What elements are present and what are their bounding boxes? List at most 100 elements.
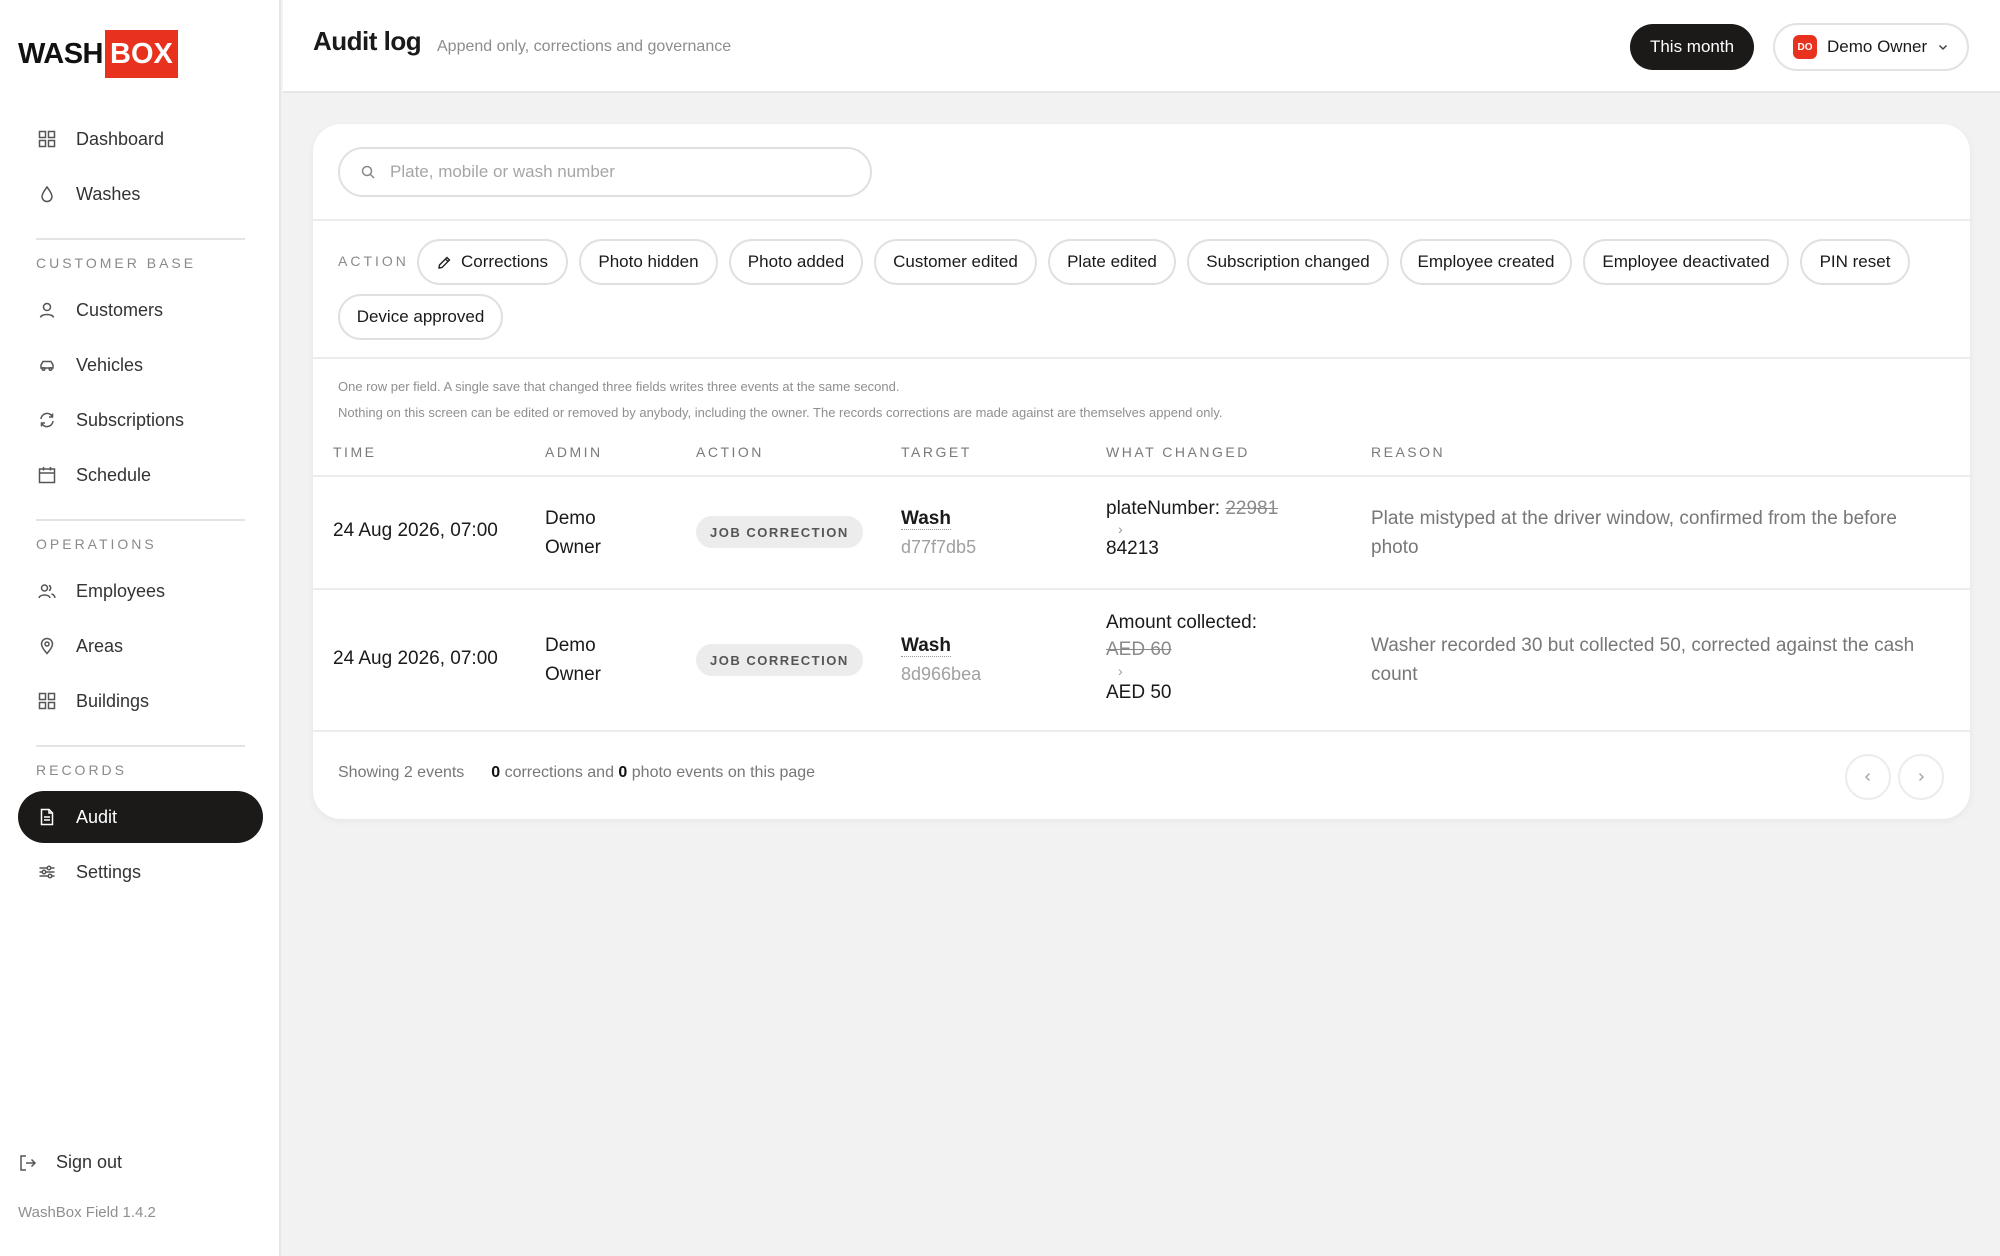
sidebar-item-label: Buildings xyxy=(76,690,150,711)
column-header-reason[interactable]: REASON xyxy=(1371,444,1445,460)
sidebar-item-label: Schedule xyxy=(76,464,152,485)
chevron-left-icon xyxy=(1864,772,1871,782)
search-field[interactable] xyxy=(338,147,872,197)
refresh-icon xyxy=(38,411,56,429)
corrections-count: 0 xyxy=(491,764,501,781)
new-value: 84213 xyxy=(1106,538,1159,559)
filter-chip-plate-edited[interactable]: Plate edited xyxy=(1048,239,1176,285)
sidebar-item-areas[interactable]: Areas xyxy=(18,620,263,672)
sidebar-item-employees[interactable]: Employees xyxy=(18,565,263,617)
avatar: DO xyxy=(1793,35,1817,59)
divider xyxy=(313,588,1970,590)
row-time: 24 Aug 2026, 07:00 xyxy=(333,520,498,541)
filter-label: ACTION xyxy=(338,253,409,269)
action-badge: JOB CORRECTION xyxy=(696,516,863,548)
sidebar-item-audit[interactable]: Audit xyxy=(18,791,263,843)
column-header-action[interactable]: ACTION xyxy=(696,444,764,460)
target-link[interactable]: Wash xyxy=(901,508,951,530)
user-menu-button[interactable]: DO Demo Owner xyxy=(1773,23,1969,71)
sidebar-item-label: Audit xyxy=(76,806,118,827)
logo-box-text: BOX xyxy=(105,30,178,78)
sidebar-item-schedule[interactable]: Schedule xyxy=(18,449,263,501)
filter-chip-device-approved[interactable]: Device approved xyxy=(338,294,503,340)
admin-last-name: Owner xyxy=(545,537,601,558)
row-what-changed: plateNumber: 22981 › 84213 xyxy=(1106,497,1278,561)
period-selector-button[interactable]: This month xyxy=(1630,24,1754,70)
sidebar-item-settings[interactable]: Settings xyxy=(18,846,263,898)
new-value: AED 50 xyxy=(1106,682,1172,703)
section-title-records: RECORDS xyxy=(36,762,128,778)
column-header-time[interactable]: TIME xyxy=(333,444,376,460)
row-reason: Washer recorded 30 but collected 50, cor… xyxy=(1371,631,1914,689)
sign-out-label: Sign out xyxy=(56,1152,123,1172)
admin-last-name: Owner xyxy=(545,664,601,685)
droplet-icon xyxy=(38,185,56,203)
chevron-down-icon xyxy=(1937,41,1949,53)
sidebar-item-label: Dashboard xyxy=(76,128,165,149)
chevron-right-icon: › xyxy=(1118,663,1123,679)
column-header-what-changed[interactable]: WHAT CHANGED xyxy=(1106,444,1250,460)
document-icon xyxy=(38,808,56,826)
section-title-customer-base: CUSTOMER BASE xyxy=(36,255,197,271)
divider xyxy=(313,219,1970,221)
admin-first-name: Demo xyxy=(545,508,596,529)
sidebar-item-dashboard[interactable]: Dashboard xyxy=(18,113,263,165)
column-header-admin[interactable]: ADMIN xyxy=(545,444,603,460)
filter-chip-photo-hidden[interactable]: Photo hidden xyxy=(579,239,718,285)
filter-chip-employee-deactivated[interactable]: Employee deactivated xyxy=(1583,239,1789,285)
filter-chip-corrections[interactable]: Corrections xyxy=(417,239,568,285)
target-link[interactable]: Wash xyxy=(901,635,951,657)
sidebar-item-subscriptions[interactable]: Subscriptions xyxy=(18,394,263,446)
row-reason: Plate mistyped at the driver window, con… xyxy=(1371,504,1897,562)
page-title: Audit log xyxy=(313,26,422,56)
info-note: One row per field. A single save that ch… xyxy=(338,379,900,394)
sidebar-item-washes[interactable]: Washes xyxy=(18,168,263,220)
filter-chip-photo-added[interactable]: Photo added xyxy=(729,239,863,285)
divider xyxy=(313,730,1970,732)
row-target: Wash 8d966bea xyxy=(901,631,981,689)
nav-divider xyxy=(36,519,245,521)
sidebar-item-label: Settings xyxy=(76,861,142,882)
photo-count: 0 xyxy=(618,764,628,781)
pagination-summary: Showing 2 events 0 corrections and 0 pho… xyxy=(338,764,815,782)
sliders-icon xyxy=(38,863,56,881)
page-subtitle: Append only, corrections and governance xyxy=(437,38,732,55)
corrections-text: corrections and xyxy=(504,764,614,781)
previous-page-button[interactable] xyxy=(1845,754,1891,800)
sidebar-item-customers[interactable]: Customers xyxy=(18,284,263,336)
filter-chip-pin-reset[interactable]: PIN reset xyxy=(1800,239,1910,285)
row-admin: Demo Owner xyxy=(545,504,601,562)
sidebar-item-vehicles[interactable]: Vehicles xyxy=(18,339,263,391)
search-input[interactable] xyxy=(390,162,850,182)
photo-text: photo events on this page xyxy=(631,764,816,781)
row-target: Wash d77f7db5 xyxy=(901,504,976,562)
filter-chip-subscription-changed[interactable]: Subscription changed xyxy=(1187,239,1389,285)
changed-field: Amount collected: xyxy=(1106,612,1258,633)
divider xyxy=(313,475,1970,477)
calendar-icon xyxy=(38,466,56,484)
sidebar-item-buildings[interactable]: Buildings xyxy=(18,675,263,727)
row-admin: Demo Owner xyxy=(545,631,601,689)
sidebar-item-label: Vehicles xyxy=(76,354,144,375)
grid-icon xyxy=(38,130,56,148)
audit-card: ACTION Corrections Photo hidden Photo ad… xyxy=(313,124,1970,819)
section-title-operations: OPERATIONS xyxy=(36,536,157,552)
changed-field: plateNumber: xyxy=(1106,498,1221,519)
sidebar-item-label: Areas xyxy=(76,635,124,656)
search-icon xyxy=(360,164,376,180)
filter-chip-customer-edited[interactable]: Customer edited xyxy=(874,239,1037,285)
target-id: 8d966bea xyxy=(901,664,982,684)
next-page-button[interactable] xyxy=(1898,754,1944,800)
row-time: 24 Aug 2026, 07:00 xyxy=(333,648,498,669)
app-version: WashBox Field 1.4.2 xyxy=(18,1204,156,1221)
grid-icon xyxy=(38,692,56,710)
user-icon xyxy=(38,301,56,319)
user-name: Demo Owner xyxy=(1827,37,1928,56)
sidebar-item-label: Subscriptions xyxy=(76,409,185,430)
chip-label: Corrections xyxy=(461,252,548,271)
filter-chip-employee-created[interactable]: Employee created xyxy=(1400,239,1572,285)
washbox-logo[interactable]: WASH BOX xyxy=(18,30,178,78)
column-header-target[interactable]: TARGET xyxy=(901,444,972,460)
admin-first-name: Demo xyxy=(545,635,596,656)
sign-out-button[interactable]: Sign out xyxy=(18,1152,122,1173)
